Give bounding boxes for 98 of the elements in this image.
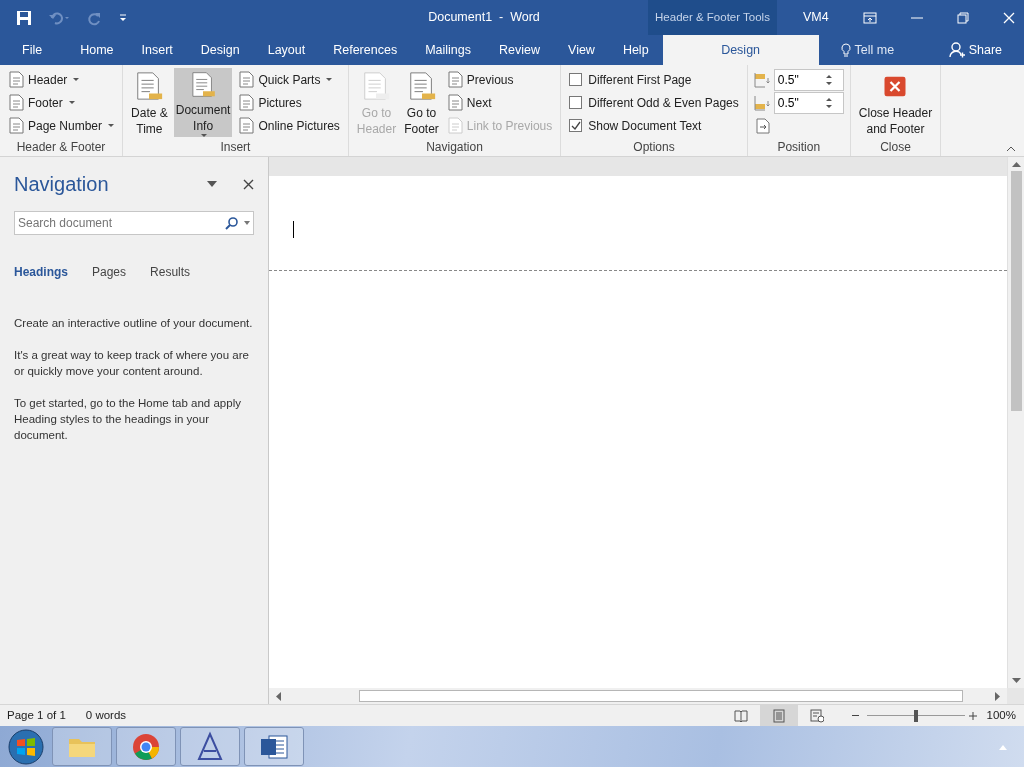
ribbon-button[interactable]: Quick Parts <box>236 68 342 91</box>
checkbox[interactable]: Different First Page <box>567 68 741 91</box>
taskbar-button[interactable] <box>244 727 304 766</box>
print-layout-icon <box>771 708 786 723</box>
group-label: Insert <box>219 139 252 156</box>
ribbon-tab[interactable]: File <box>8 35 57 65</box>
slider-thumb[interactable] <box>913 709 918 722</box>
group-label: Header & Footer <box>15 139 107 156</box>
caret-icon <box>73 78 80 81</box>
page-count[interactable]: Page 1 of 1 <box>7 706 66 725</box>
checkbox[interactable]: Show Document Text <box>567 114 741 137</box>
ribbon-tab[interactable]: References <box>319 35 412 65</box>
scroll-left-icon[interactable] <box>275 691 281 701</box>
group-label: Navigation <box>425 139 484 156</box>
ribbon-tab[interactable]: Home <box>66 35 128 65</box>
pane-tab[interactable]: Headings <box>14 263 68 281</box>
ribbon-display-icon[interactable] <box>863 11 877 24</box>
close-icon[interactable] <box>243 178 254 190</box>
read-mode-icon <box>733 708 748 723</box>
scroll-thumb[interactable] <box>1010 171 1022 411</box>
zoom-out-icon[interactable] <box>851 712 859 719</box>
document-icon <box>238 71 255 88</box>
ribbon-button[interactable]: Next <box>444 91 555 114</box>
zoom-in-icon[interactable] <box>968 711 977 720</box>
customize-icon[interactable] <box>118 12 128 23</box>
ribbon-button[interactable]: Header <box>6 68 117 91</box>
document-icon <box>446 71 463 88</box>
ribbon-tab[interactable]: Design <box>662 35 819 65</box>
close-header-footer-button[interactable]: Close Header and Footer <box>856 68 935 137</box>
document-icon <box>446 94 463 111</box>
spin-arrows-icon[interactable] <box>824 72 833 87</box>
scroll-right-icon[interactable] <box>995 691 1001 701</box>
pane-options-icon[interactable] <box>207 181 217 187</box>
ribbon-button[interactable]: Online Pictures <box>236 114 342 137</box>
spin-field[interactable]: 0.5" <box>773 91 844 114</box>
ribbon-button[interactable]: Footer <box>6 91 117 114</box>
caret-icon <box>201 134 208 137</box>
ribbon-tab[interactable]: View <box>554 35 609 65</box>
help-text: It's a great way to keep track of where you are or quickly move your content around. <box>14 348 250 379</box>
ribbon-tab[interactable]: Layout <box>253 35 320 65</box>
scroll-down-icon[interactable] <box>1011 678 1021 684</box>
spin-field[interactable]: 0.5" <box>773 68 844 91</box>
collapse-ribbon-icon[interactable] <box>1006 146 1016 152</box>
tell-me-button[interactable]: Tell me <box>826 35 909 65</box>
checkbox[interactable]: Different Odd & Even Pages <box>567 91 741 114</box>
caret-icon <box>68 101 75 104</box>
ribbon-button[interactable]: Page Number <box>6 114 117 137</box>
document-icon <box>238 94 255 111</box>
ribbon-tab[interactable]: Help <box>608 35 663 65</box>
contextual-tab-label: Header & Footer Tools <box>648 0 777 35</box>
scroll-up-icon[interactable] <box>1011 161 1021 167</box>
ribbon-tab[interactable]: Review <box>485 35 554 65</box>
group-label: Position <box>776 139 822 156</box>
document-icon <box>8 94 24 111</box>
vertical-scrollbar[interactable] <box>1007 157 1024 688</box>
user-name[interactable]: VM4 <box>803 8 843 27</box>
restore-icon[interactable] <box>957 11 969 24</box>
help-text: Create an interactive outline of your document. <box>14 316 254 331</box>
share-button[interactable]: Share <box>934 35 1016 65</box>
caret-icon <box>108 124 115 127</box>
group-label: Options <box>632 139 676 156</box>
page-arrow-icon <box>755 117 770 134</box>
help-text: To get started, go to the Home tab and apply Heading styles to the headings in your document. <box>14 396 242 443</box>
taskbar-button[interactable] <box>180 727 240 766</box>
ribbon-button[interactable]: Previous <box>444 68 555 91</box>
pane-tab[interactable]: Results <box>150 263 191 281</box>
ribbon-tab[interactable]: Mailings <box>411 35 485 65</box>
text-cursor <box>293 221 294 238</box>
search-field[interactable]: Search document <box>14 211 254 235</box>
ribbon-button[interactable]: Pictures <box>236 91 342 114</box>
scroll-thumb[interactable] <box>359 690 963 702</box>
header-position-icon <box>753 71 770 88</box>
zoom-level[interactable]: 100% <box>986 706 1016 725</box>
ribbon-tab[interactable]: Design <box>186 35 254 65</box>
ribbon-button[interactable]: Go to Footer <box>402 68 441 137</box>
ribbon-button[interactable]: Date & Time <box>129 68 170 137</box>
lightbulb-icon <box>840 43 851 57</box>
header-position-icon <box>753 94 770 111</box>
document-icon <box>8 117 24 134</box>
view-button[interactable] <box>759 705 798 726</box>
check-icon <box>570 121 581 130</box>
search-icon[interactable] <box>225 216 239 230</box>
document-icon <box>446 117 463 134</box>
ribbon-button[interactable]: Document Info <box>173 68 233 137</box>
pane-tab[interactable]: Pages <box>92 263 127 281</box>
word-count[interactable]: 0 words <box>85 706 127 725</box>
ribbon-tab[interactable]: Insert <box>127 35 187 65</box>
caret-icon <box>326 78 333 81</box>
pane-title: Navigation <box>14 172 110 197</box>
window-title: Document1 - Word <box>428 9 540 27</box>
document-icon <box>238 117 255 134</box>
group-label: Close <box>879 139 912 156</box>
document-icon <box>8 71 24 88</box>
spin-arrows-icon[interactable] <box>824 95 833 110</box>
web-layout-icon <box>809 708 824 723</box>
horizontal-scrollbar[interactable] <box>269 688 1007 704</box>
person-icon <box>948 42 965 58</box>
save-icon[interactable] <box>16 9 32 26</box>
